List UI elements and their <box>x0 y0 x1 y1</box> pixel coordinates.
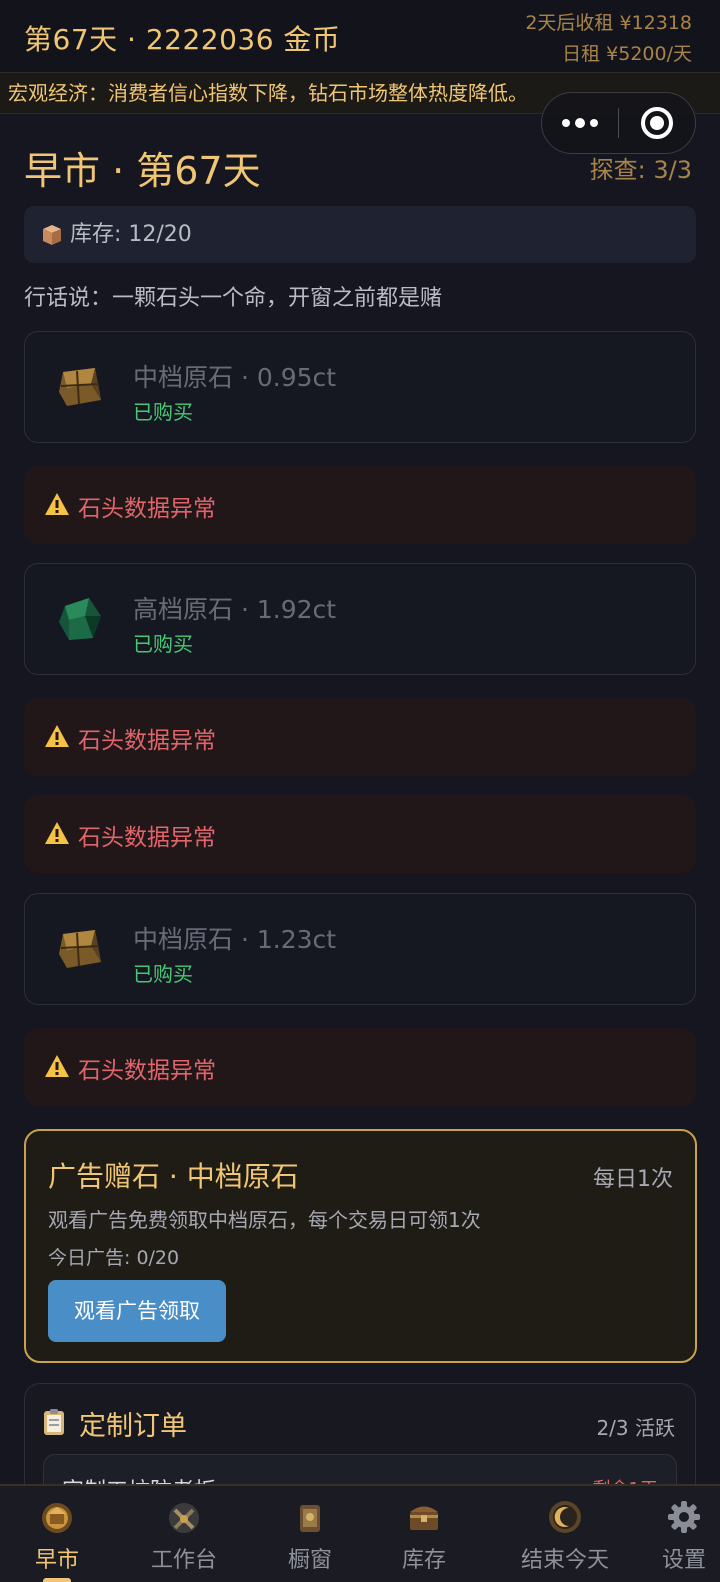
stone-name: 中档原石 · 1.23ct <box>133 925 337 954</box>
market-icon <box>42 1503 72 1533</box>
amber-stone-icon <box>59 930 101 968</box>
tab-market[interactable]: 早市 <box>6 1486 108 1582</box>
bottom-tab-bar: 早市 工作台 橱窗 库存 结束今天 设置 <box>0 1484 720 1582</box>
warning-icon <box>45 493 69 515</box>
stone-name: 高档原石 · 1.92ct <box>133 595 337 624</box>
chest-icon <box>410 1506 438 1530</box>
stone-card[interactable]: 中档原石 · 1.23ct 已购买 <box>24 893 696 1005</box>
rent-info: 2天后收租 ¥12318 日租 ¥5200/天 <box>525 8 692 70</box>
stone-data-error: 石头数据异常 <box>24 698 696 776</box>
miniprogram-capsule <box>541 92 696 154</box>
tab-label: 工作台 <box>150 1548 217 1573</box>
tab-showcase[interactable]: 橱窗 <box>262 1486 358 1582</box>
ad-gift-card: 广告赠石 · 中档原石 每日1次 观看广告免费领取中档原石，每个交易日可领1次 … <box>24 1129 697 1363</box>
showcase-icon <box>300 1505 320 1532</box>
clipboard-icon <box>44 1409 64 1435</box>
daily-rent: 日租 ¥5200/天 <box>562 43 692 65</box>
tab-label: 库存 <box>401 1548 446 1573</box>
inventory-bar: 库存: 12/20 <box>24 206 696 263</box>
warning-icon <box>45 1055 69 1077</box>
purchase-status: 已购买 <box>133 962 193 986</box>
error-message: 石头数据异常 <box>78 825 216 851</box>
tab-workbench[interactable]: 工作台 <box>132 1486 236 1582</box>
tab-label: 早市 <box>34 1548 79 1573</box>
page-title: 早市 · 第67天 <box>24 149 261 193</box>
close-miniprogram-icon[interactable] <box>641 107 673 139</box>
tab-label: 结束今天 <box>520 1548 609 1573</box>
more-menu-icon[interactable] <box>542 93 618 153</box>
stone-card[interactable]: 高档原石 · 1.92ct 已购买 <box>24 563 696 675</box>
stone-name: 中档原石 · 0.95ct <box>133 363 337 392</box>
stone-data-error: 石头数据异常 <box>24 795 696 873</box>
tab-inventory[interactable]: 库存 <box>380 1486 468 1582</box>
inventory-label: 库存: 12/20 <box>70 222 192 247</box>
emerald-stone-icon <box>59 598 101 640</box>
top-status-bar: 第67天 · 2222036 金币 2天后收租 ¥12318 日租 ¥5200/… <box>0 0 720 72</box>
box-icon <box>43 225 61 245</box>
orders-active-count: 2/3 活跃 <box>596 1416 675 1440</box>
error-message: 石头数据异常 <box>78 1058 216 1084</box>
stone-data-error: 石头数据异常 <box>24 466 696 544</box>
scan-counter: 探查: 3/3 <box>589 156 692 184</box>
amber-stone-icon <box>59 368 101 406</box>
purchase-status: 已购买 <box>133 632 193 656</box>
purchase-status: 已购买 <box>133 400 193 424</box>
warning-icon <box>45 822 69 844</box>
tab-label: 设置 <box>661 1548 706 1573</box>
active-tab-indicator <box>43 1578 71 1582</box>
stone-card[interactable]: 中档原石 · 0.95ct 已购买 <box>24 331 696 443</box>
ad-limit: 每日1次 <box>593 1167 673 1192</box>
workbench-icon <box>169 1503 199 1533</box>
saying-text: 行话说：一颗石头一个命，开窗之前都是赌 <box>24 286 443 311</box>
rent-due: 2天后收租 ¥12318 <box>525 12 692 34</box>
ad-title: 广告赠石 · 中档原石 <box>48 1160 299 1193</box>
ad-count: 今日广告: 0/20 <box>48 1247 180 1269</box>
tab-end-day[interactable]: 结束今天 <box>506 1486 624 1582</box>
capsule-divider <box>618 108 619 138</box>
gear-icon <box>668 1501 700 1533</box>
orders-title: 定制订单 <box>79 1411 187 1442</box>
moon-icon <box>549 1501 581 1533</box>
error-message: 石头数据异常 <box>78 496 216 522</box>
ad-description: 观看广告免费领取中档原石，每个交易日可领1次 <box>48 1208 481 1232</box>
day-and-gold: 第67天 · 2222036 金币 <box>24 23 341 56</box>
tab-settings[interactable]: 设置 <box>648 1486 720 1582</box>
watch-ad-button[interactable]: 观看广告领取 <box>48 1280 226 1342</box>
tab-label: 橱窗 <box>287 1548 332 1573</box>
warning-icon <box>45 725 69 747</box>
error-message: 石头数据异常 <box>78 728 216 754</box>
stone-data-error: 石头数据异常 <box>24 1028 696 1106</box>
